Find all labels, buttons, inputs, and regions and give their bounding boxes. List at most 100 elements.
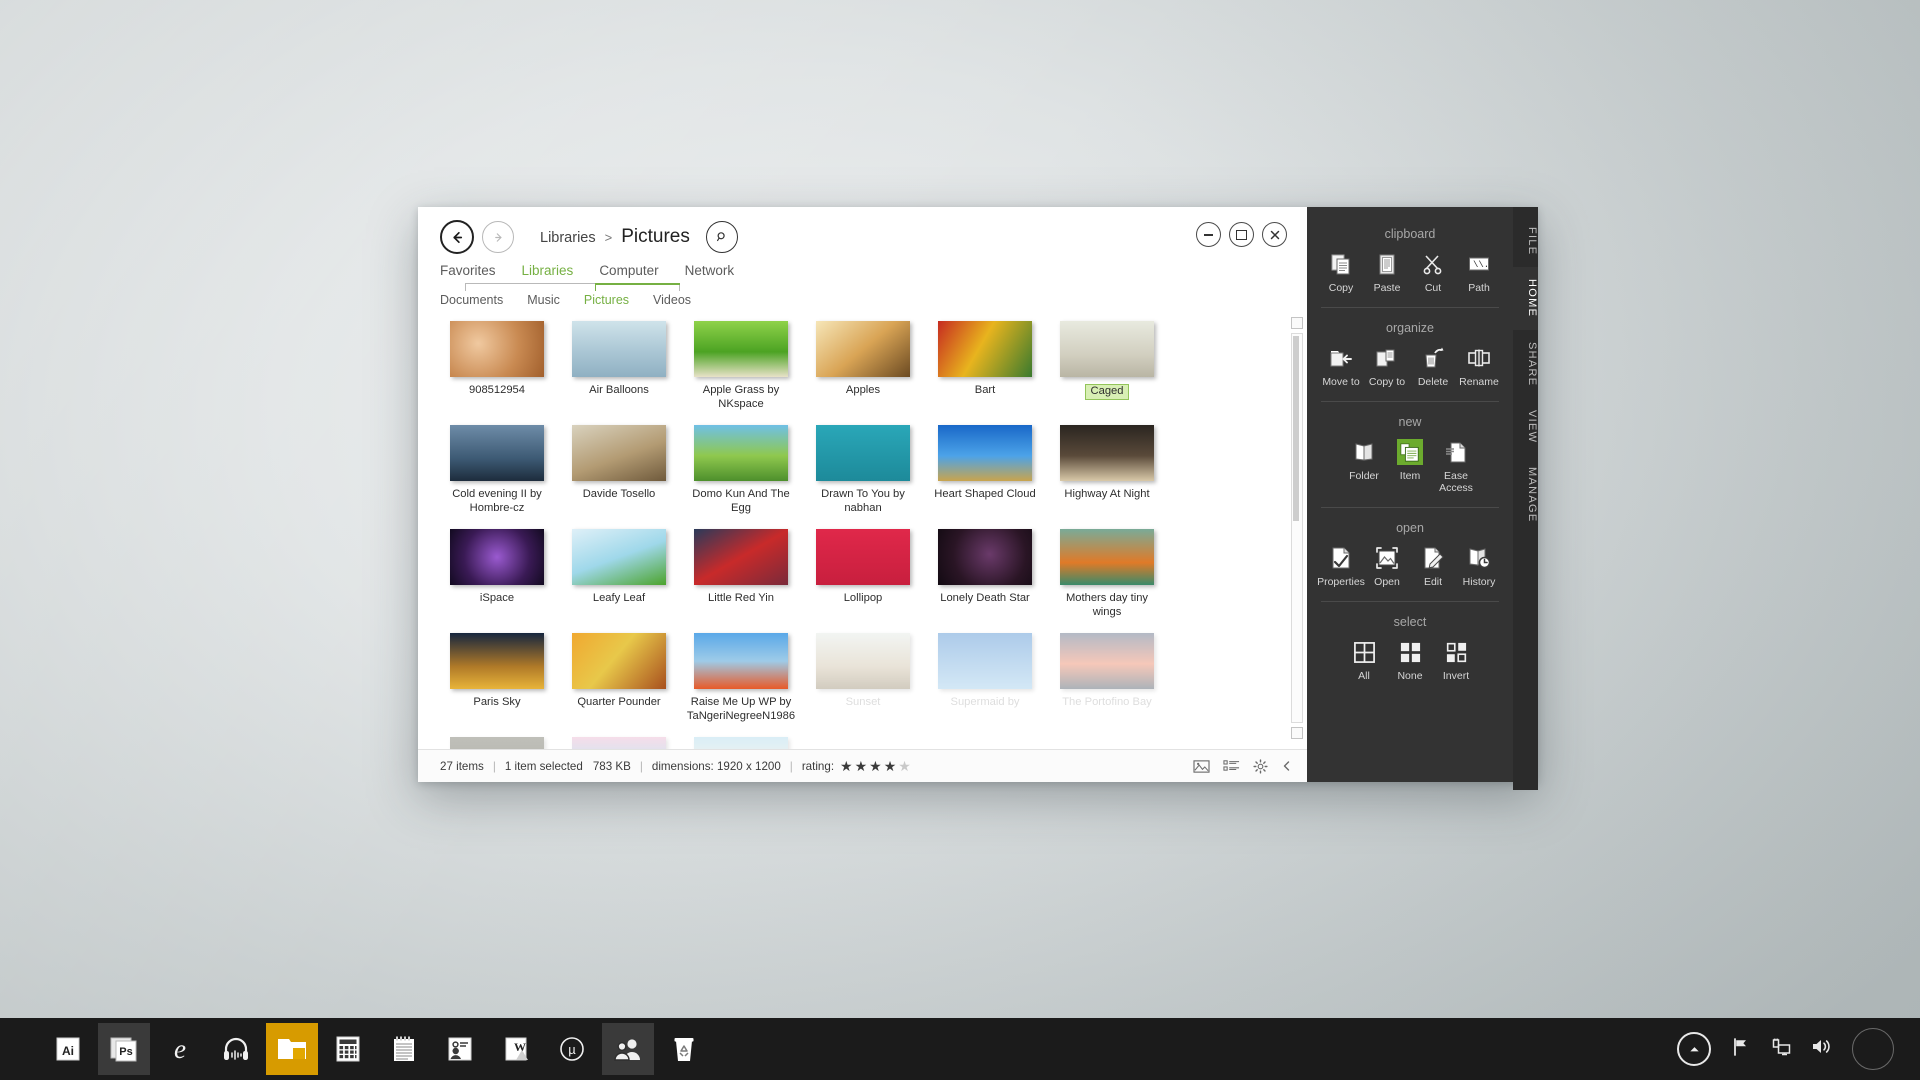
ribbon-tab-view[interactable]: VIEW [1513,398,1538,455]
file-tile[interactable]: The Portofino Bay [1048,633,1166,723]
taskbar-headphones[interactable] [210,1023,262,1075]
taskbar-people[interactable] [602,1023,654,1075]
taskbar-notepad[interactable] [378,1023,430,1075]
file-tile[interactable]: Domo Kun And The Egg [682,425,800,515]
rating-star-2[interactable]: ★ [855,758,870,774]
taskbar-word[interactable]: W [490,1023,542,1075]
breadcrumb-current[interactable]: Pictures [621,226,690,248]
ribbon-button-invert[interactable]: Invert [1433,639,1479,682]
taskbar-utorrent[interactable]: µ [546,1023,598,1075]
ribbon-button-properties[interactable]: Properties [1317,545,1365,588]
file-tile[interactable]: Drawn To You by nabhan [804,425,922,515]
file-tile[interactable]: Leafy Leaf [560,529,678,619]
back-button[interactable] [440,220,474,254]
file-tile[interactable]: iSpace [438,529,556,619]
ribbon-button-copy-to[interactable]: Copy to [1364,345,1410,388]
rating-star-4[interactable]: ★ [884,758,899,774]
vertical-scrollbar[interactable] [1291,317,1303,739]
ribbon-tab-share[interactable]: SHARE [1513,330,1538,398]
taskbar-illustrator[interactable]: Ai [42,1023,94,1075]
ribbon-button-cut[interactable]: Cut [1410,251,1456,294]
ribbon-button-copy[interactable]: Copy [1318,251,1364,294]
ribbon-button-edit[interactable]: Edit [1410,545,1456,588]
rating-star-3[interactable]: ★ [869,758,884,774]
search-button[interactable] [705,221,738,253]
taskbar-recycle-bin[interactable] [658,1023,710,1075]
clock-button[interactable] [1852,1028,1894,1070]
file-tile[interactable]: Little Red Yin [682,529,800,619]
file-label: Raise Me Up WP by TaNgeriNegreeN1986 [686,696,796,722]
ribbon-button-move-to[interactable]: Move to [1318,345,1364,388]
file-tile[interactable]: Caged [1048,321,1166,411]
file-tile[interactable]: Davide Tosello [560,425,678,515]
ribbon-button-item[interactable]: Item [1387,439,1433,494]
file-tile[interactable]: Heart Shaped Cloud [926,425,1044,515]
file-tile[interactable]: 908512954 [438,321,556,411]
file-tile[interactable]: Paris Sky [438,633,556,723]
ribbon-button-all[interactable]: All [1341,639,1387,682]
taskbar-photoshop[interactable]: Ps [98,1023,150,1075]
file-tile[interactable]: Apples [804,321,922,411]
ribbon-tab-home[interactable]: HOME [1513,267,1538,330]
taskbar-file-explorer[interactable] [266,1023,318,1075]
properties-icon [1328,545,1354,571]
file-tile[interactable]: Apple Grass by NKspace [682,321,800,411]
file-tile[interactable]: Supermaid by [926,633,1044,723]
ribbon-tab-file[interactable]: FILE [1513,215,1538,267]
file-tile[interactable]: Veni Vidi Venice [560,737,678,749]
file-tile[interactable]: Quarter Pounder [560,633,678,723]
rating-star-1[interactable]: ★ [840,758,855,774]
large-icons-view-button[interactable] [1193,759,1210,774]
scroll-up-button[interactable] [1291,317,1303,329]
file-tile[interactable]: Lonely Death Star [926,529,1044,619]
rating-star-5[interactable]: ★ [898,758,913,774]
taskbar-contacts[interactable] [434,1023,486,1075]
minimize-button[interactable] [1196,222,1221,247]
ribbon-button-history[interactable]: History [1456,545,1502,588]
file-tile[interactable]: Bart [926,321,1044,411]
file-thumbnail [1060,425,1154,481]
details-view-button[interactable] [1223,759,1240,773]
taskbar-calculator[interactable] [322,1023,374,1075]
scrollbar-track[interactable] [1291,333,1303,723]
action-center-button[interactable] [1731,1037,1751,1062]
collapse-panel-button[interactable] [1281,760,1293,772]
ribbon-button-paste[interactable]: Paste [1364,251,1410,294]
tab-videos[interactable]: Videos [653,293,691,307]
file-tile[interactable]: Cold evening II by Hombre-cz [438,425,556,515]
ribbon-button-open[interactable]: Open [1364,545,1410,588]
taskbar-internet-explorer[interactable]: e [154,1023,206,1075]
ribbon-button-delete[interactable]: Delete [1410,345,1456,388]
ribbon-tab-manage[interactable]: MANAGE [1513,455,1538,534]
file-tile[interactable]: Lollipop [804,529,922,619]
tab-music[interactable]: Music [527,293,560,307]
tab-documents[interactable]: Documents [440,293,503,307]
scroll-down-button[interactable] [1291,727,1303,739]
taskbar: Ai Ps e Wµ [0,1018,1920,1080]
file-tile[interactable]: Highway At Night [1048,425,1166,515]
file-tile[interactable]: Through The [438,737,556,749]
forward-button[interactable] [482,221,514,253]
file-tile[interactable]: Mothers day tiny wings [1048,529,1166,619]
breadcrumb-root[interactable]: Libraries [540,230,596,246]
tab-pictures[interactable]: Pictures [584,293,629,307]
network-button[interactable] [1771,1037,1791,1062]
show-hidden-icons-button[interactable] [1677,1032,1711,1066]
ribbon-button-none[interactable]: None [1387,639,1433,682]
file-tile[interactable]: Air Balloons [560,321,678,411]
ribbon-button-rename[interactable]: Rename [1456,345,1502,388]
ribbon-button-path[interactable]: \\.. Path [1456,251,1502,294]
details-view-icon [1223,760,1240,771]
restore-button[interactable] [1229,222,1254,247]
scrollbar-thumb[interactable] [1293,336,1299,521]
settings-button[interactable] [1253,758,1268,774]
volume-button[interactable] [1811,1037,1832,1061]
ribbon-button-ease-access[interactable]: Ease Access [1433,439,1479,494]
ribbon-button-label: Path [1468,282,1490,294]
close-button[interactable] [1262,222,1287,247]
ribbon-button-folder[interactable]: Folder [1341,439,1387,494]
rating-stars[interactable]: ★★★★★ [840,758,913,775]
file-tile[interactable]: Way To Nowhere [682,737,800,749]
file-tile[interactable]: Raise Me Up WP by TaNgeriNegreeN1986 [682,633,800,723]
file-tile[interactable]: Sunset [804,633,922,723]
